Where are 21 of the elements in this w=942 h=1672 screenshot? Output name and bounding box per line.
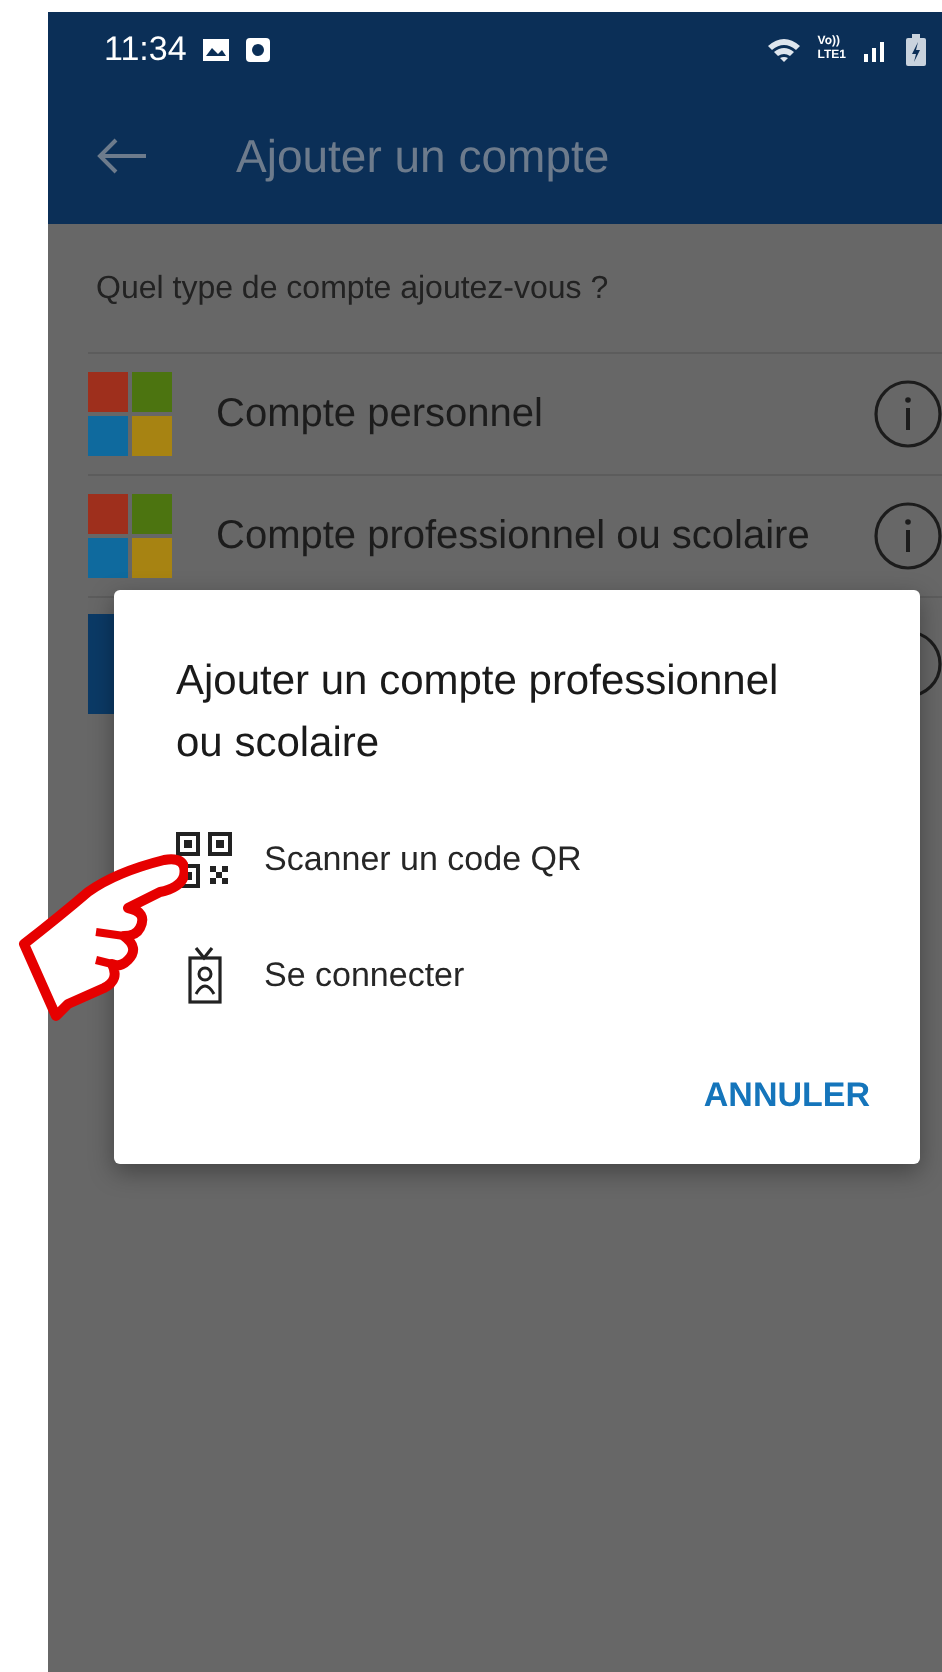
battery-icon (906, 34, 926, 66)
account-type-label[interactable]: Compte professionnel ou scolaire (216, 512, 830, 560)
dialog-title: Ajouter un compte professionnel ou scolaire (176, 656, 781, 770)
status-time: 11:34 (104, 30, 187, 70)
dialog-option[interactable]: Scanner un code QR (176, 802, 582, 918)
four-squares-logo-icon (88, 494, 172, 578)
notification-icon (246, 38, 271, 62)
image-icon (202, 38, 231, 62)
signal-icon (862, 38, 890, 62)
four-squares-logo-icon (88, 372, 172, 456)
back-button[interactable] (96, 136, 148, 176)
info-icon (874, 380, 942, 448)
cancel-button[interactable]: ANNULER (703, 1068, 870, 1124)
info-icon (874, 502, 942, 570)
dialog-option[interactable]: Se connecter (176, 918, 465, 1034)
screen-title: Ajouter un compte (236, 129, 610, 183)
qr-code-icon (176, 832, 232, 888)
account-type-question: Quel type de compte ajoutez-vous ? (94, 272, 611, 310)
wifi-icon (765, 36, 802, 64)
account-type-label[interactable]: Compte personnel (216, 390, 830, 438)
back-arrow-icon (96, 136, 148, 176)
